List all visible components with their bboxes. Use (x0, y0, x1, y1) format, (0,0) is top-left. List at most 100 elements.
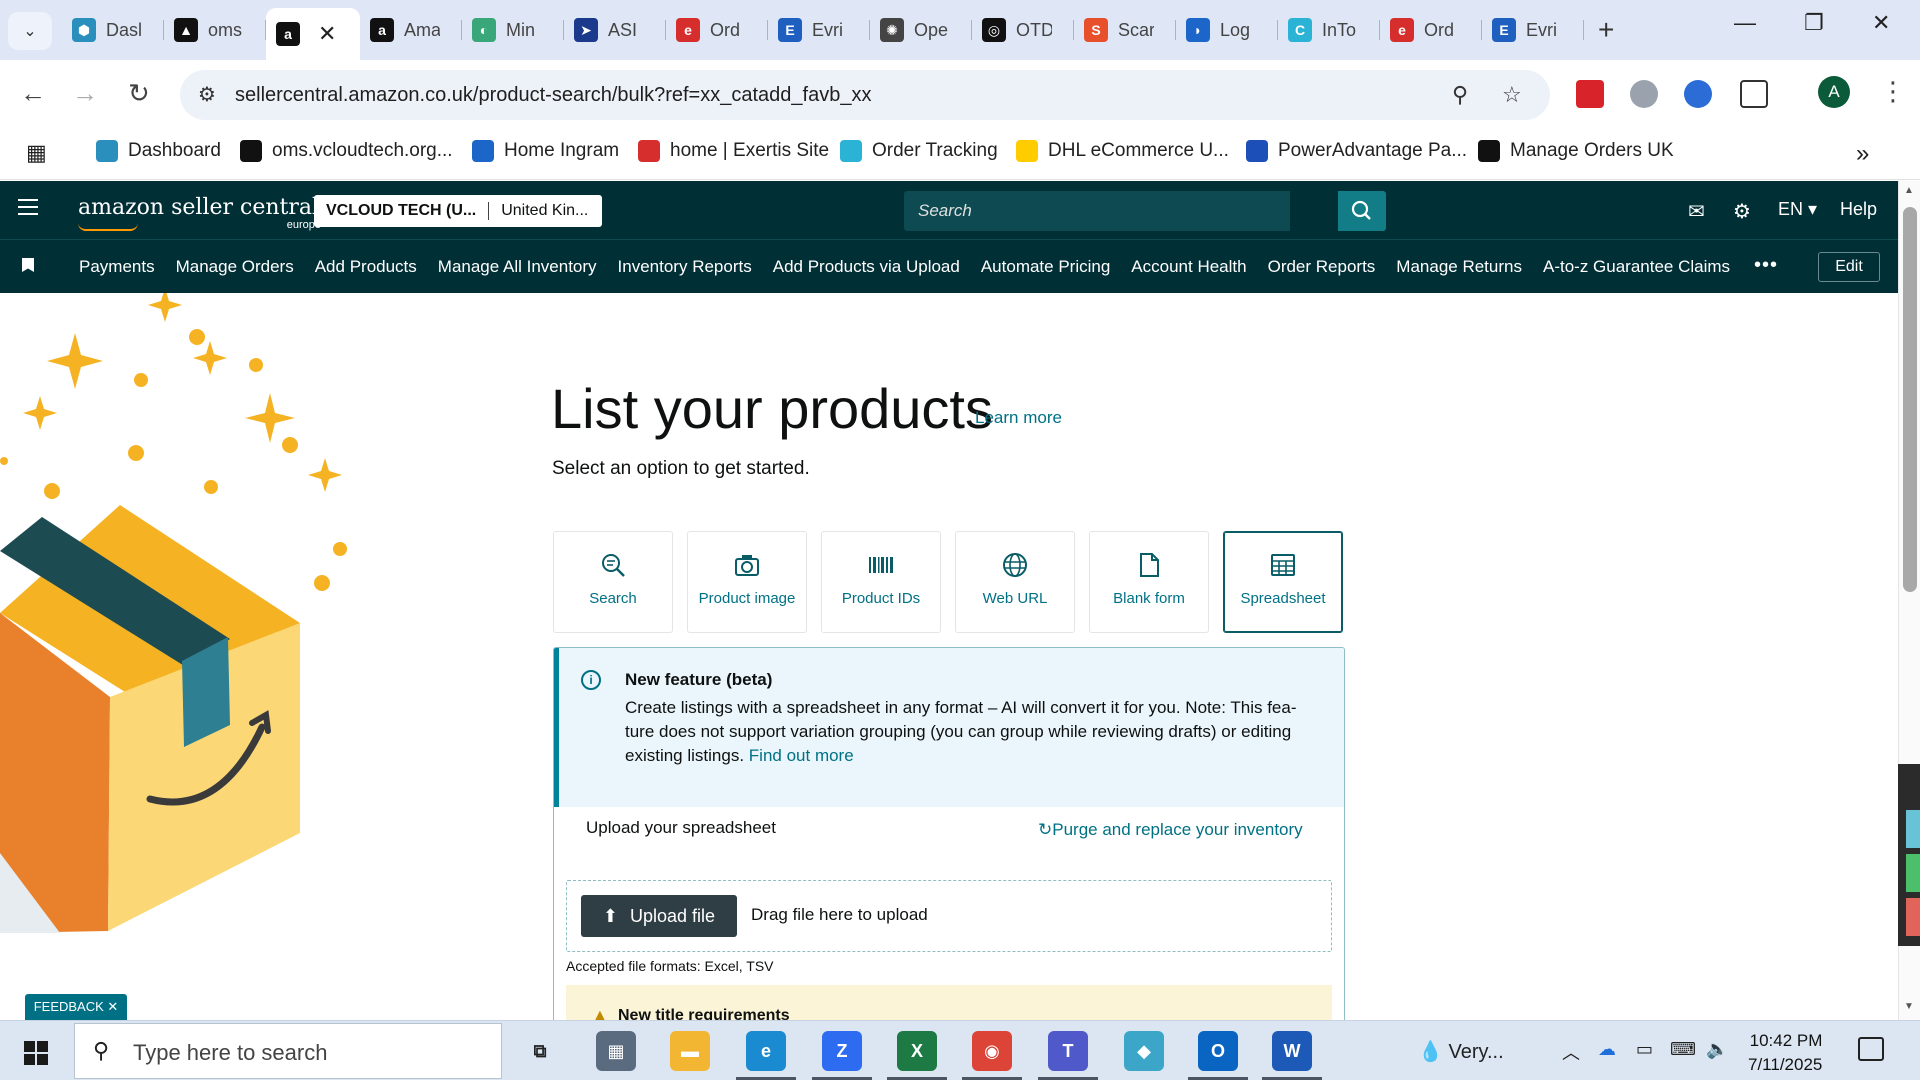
browser-tab[interactable]: ◎ OTD (972, 8, 1074, 52)
tray-chevron-icon[interactable]: ︿ (1562, 1039, 1580, 1065)
scroll-down-icon[interactable]: ▼ (1904, 1001, 1914, 1012)
nav-item[interactable]: Payments (79, 257, 155, 277)
option-spreadsheet[interactable]: Spreadsheet (1223, 531, 1343, 633)
nav-item[interactable]: Order Reports (1268, 257, 1376, 277)
bookmark-icon[interactable] (22, 258, 34, 272)
volume-icon[interactable]: 🔈 (1706, 1039, 1728, 1060)
option-blank-form[interactable]: Blank form (1089, 531, 1209, 633)
calculator-icon[interactable]: ▦ (596, 1031, 636, 1071)
back-arrow-icon[interactable]: ← (20, 78, 46, 109)
seller-search-button[interactable] (1338, 191, 1386, 231)
seller-search-input[interactable]: Search (904, 191, 1290, 231)
bookmark-item[interactable]: Home Ingram (472, 140, 619, 162)
site-info-icon[interactable]: ⚙ (198, 82, 216, 107)
close-window-icon[interactable]: ✕ (1872, 10, 1890, 36)
bookmark-item[interactable]: oms.vcloudtech.org... (240, 140, 453, 162)
browser-tab[interactable]: e Ord (1380, 8, 1482, 52)
upload-file-button[interactable]: ⬆ Upload file (581, 895, 737, 937)
feedback-button[interactable]: FEEDBACK ✕ (25, 994, 127, 1020)
browser-tab[interactable]: E Evri (768, 8, 870, 52)
browser-tab[interactable]: a ✕ (266, 8, 360, 60)
notifications-icon[interactable] (1858, 1037, 1884, 1061)
browser-tab[interactable]: e Ord (666, 8, 768, 52)
scrollbar-thumb[interactable] (1903, 207, 1917, 592)
forward-arrow-icon[interactable]: → (72, 78, 98, 109)
tab-search-chevron-icon[interactable]: ⌄ (8, 12, 52, 50)
minimize-icon[interactable]: — (1734, 10, 1756, 36)
bookmark-item[interactable]: home | Exertis Site (638, 140, 829, 162)
browser-tab[interactable]: E Evri (1482, 8, 1584, 52)
bookmark-item[interactable]: PowerAdvantage Pa... (1246, 140, 1467, 162)
chrome-icon[interactable]: ◉ (962, 1031, 1022, 1080)
windows-start-icon[interactable] (24, 1041, 48, 1065)
file-dropzone[interactable]: ⬆ Upload file Drag file here to upload (566, 880, 1332, 952)
option-web-url[interactable]: Web URL (955, 531, 1075, 633)
bookmark-item[interactable]: Order Tracking (840, 140, 998, 162)
nav-item[interactable]: Manage Returns (1396, 257, 1522, 277)
nav-item[interactable]: Manage All Inventory (438, 257, 597, 277)
tab-close-icon[interactable]: ✕ (318, 21, 336, 47)
help-link[interactable]: Help (1840, 199, 1877, 220)
nav-item[interactable]: Add Products (315, 257, 417, 277)
bookmark-item[interactable]: DHL eCommerce U... (1016, 140, 1229, 162)
profile-avatar[interactable]: A (1818, 76, 1850, 108)
url-text[interactable]: sellercentral.amazon.co.uk/product-searc… (235, 84, 871, 107)
bookmark-item[interactable]: Dashboard (96, 140, 221, 162)
hamburger-menu-icon[interactable] (18, 199, 38, 220)
network-icon[interactable]: ⌨ (1670, 1039, 1696, 1060)
system-clock[interactable]: 10:42 PM 7/11/2025 (1748, 1029, 1822, 1077)
file-explorer-icon[interactable]: ▬ (670, 1031, 710, 1071)
nav-item[interactable]: Add Products via Upload (773, 257, 960, 277)
extension-badge-icon[interactable] (1684, 80, 1712, 108)
option-search[interactable]: Search (553, 531, 673, 633)
browser-tab[interactable]: ✺ Ope (870, 8, 972, 52)
globe-extension-icon[interactable] (1630, 80, 1658, 108)
account-switcher[interactable]: VCLOUD TECH (U... United Kin... (314, 195, 602, 227)
nav-item[interactable]: Manage Orders (176, 257, 294, 277)
browser-tab[interactable]: C InTo (1278, 8, 1380, 52)
side-widget-red[interactable] (1906, 898, 1920, 936)
excel-icon[interactable]: X (887, 1031, 947, 1080)
browser-tab[interactable]: ▲ oms (164, 8, 266, 52)
task-view-icon[interactable]: ⧉ (520, 1031, 560, 1071)
side-widget-blue[interactable] (1906, 810, 1920, 848)
browser-tab[interactable]: S Scar (1074, 8, 1176, 52)
taskbar-search-box[interactable]: ⚲ Type here to search (74, 1023, 502, 1079)
purge-replace-link[interactable]: ↻Purge and replace your inventory (1038, 820, 1303, 840)
mail-icon[interactable]: ✉ (1688, 199, 1705, 224)
pdf-extension-icon[interactable] (1576, 80, 1604, 108)
restore-icon[interactable]: ❐ (1804, 10, 1824, 36)
zoom-magnifier-icon[interactable]: ⚲ (1452, 82, 1468, 108)
browser-tab[interactable]: ◗ Log (1176, 8, 1278, 52)
teams-icon[interactable]: T (1038, 1031, 1098, 1080)
zoom-icon[interactable]: Z (812, 1031, 872, 1080)
browser-tab[interactable]: a Ama (360, 8, 462, 52)
more-bookmarks-chevron-icon[interactable]: » (1856, 140, 1869, 168)
browser-menu-icon[interactable]: ⋮ (1880, 76, 1906, 107)
side-widget-green[interactable] (1906, 854, 1920, 892)
address-bar[interactable]: ⚙ sellercentral.amazon.co.uk/product-sea… (180, 70, 1550, 120)
option-product-image[interactable]: Product image (687, 531, 807, 633)
edge-icon[interactable]: e (736, 1031, 796, 1080)
outlook-icon[interactable]: O (1188, 1031, 1248, 1080)
seller-central-logo[interactable]: amazon seller central europe (78, 195, 321, 231)
nav-item[interactable]: Account Health (1131, 257, 1246, 277)
browser-tab[interactable]: ◐ Min (462, 8, 564, 52)
language-selector[interactable]: EN ▾ (1778, 199, 1817, 220)
bookmark-item[interactable]: Manage Orders UK (1478, 140, 1674, 162)
battery-icon[interactable]: ▭ (1636, 1039, 1653, 1060)
nav-more-button[interactable]: ••• (1754, 254, 1778, 277)
bookmark-star-icon[interactable]: ☆ (1502, 82, 1522, 108)
reload-icon[interactable]: ↻ (128, 78, 150, 109)
scroll-up-icon[interactable]: ▲ (1904, 185, 1914, 196)
find-out-more-link[interactable]: Find out more (749, 746, 854, 765)
extensions-puzzle-icon[interactable] (1740, 80, 1768, 108)
browser-tab[interactable]: ⬢ Dasl (62, 8, 164, 52)
word-icon[interactable]: W (1262, 1031, 1322, 1080)
apps-grid-icon[interactable]: ▦ (26, 140, 47, 166)
app-diamond-icon[interactable]: ◆ (1124, 1031, 1164, 1071)
nav-edit-button[interactable]: Edit (1818, 252, 1880, 282)
weather-widget[interactable]: 💧 Very... (1418, 1039, 1504, 1064)
settings-gear-icon[interactable]: ⚙ (1733, 199, 1751, 224)
browser-tab[interactable]: ➤ ASI (564, 8, 666, 52)
